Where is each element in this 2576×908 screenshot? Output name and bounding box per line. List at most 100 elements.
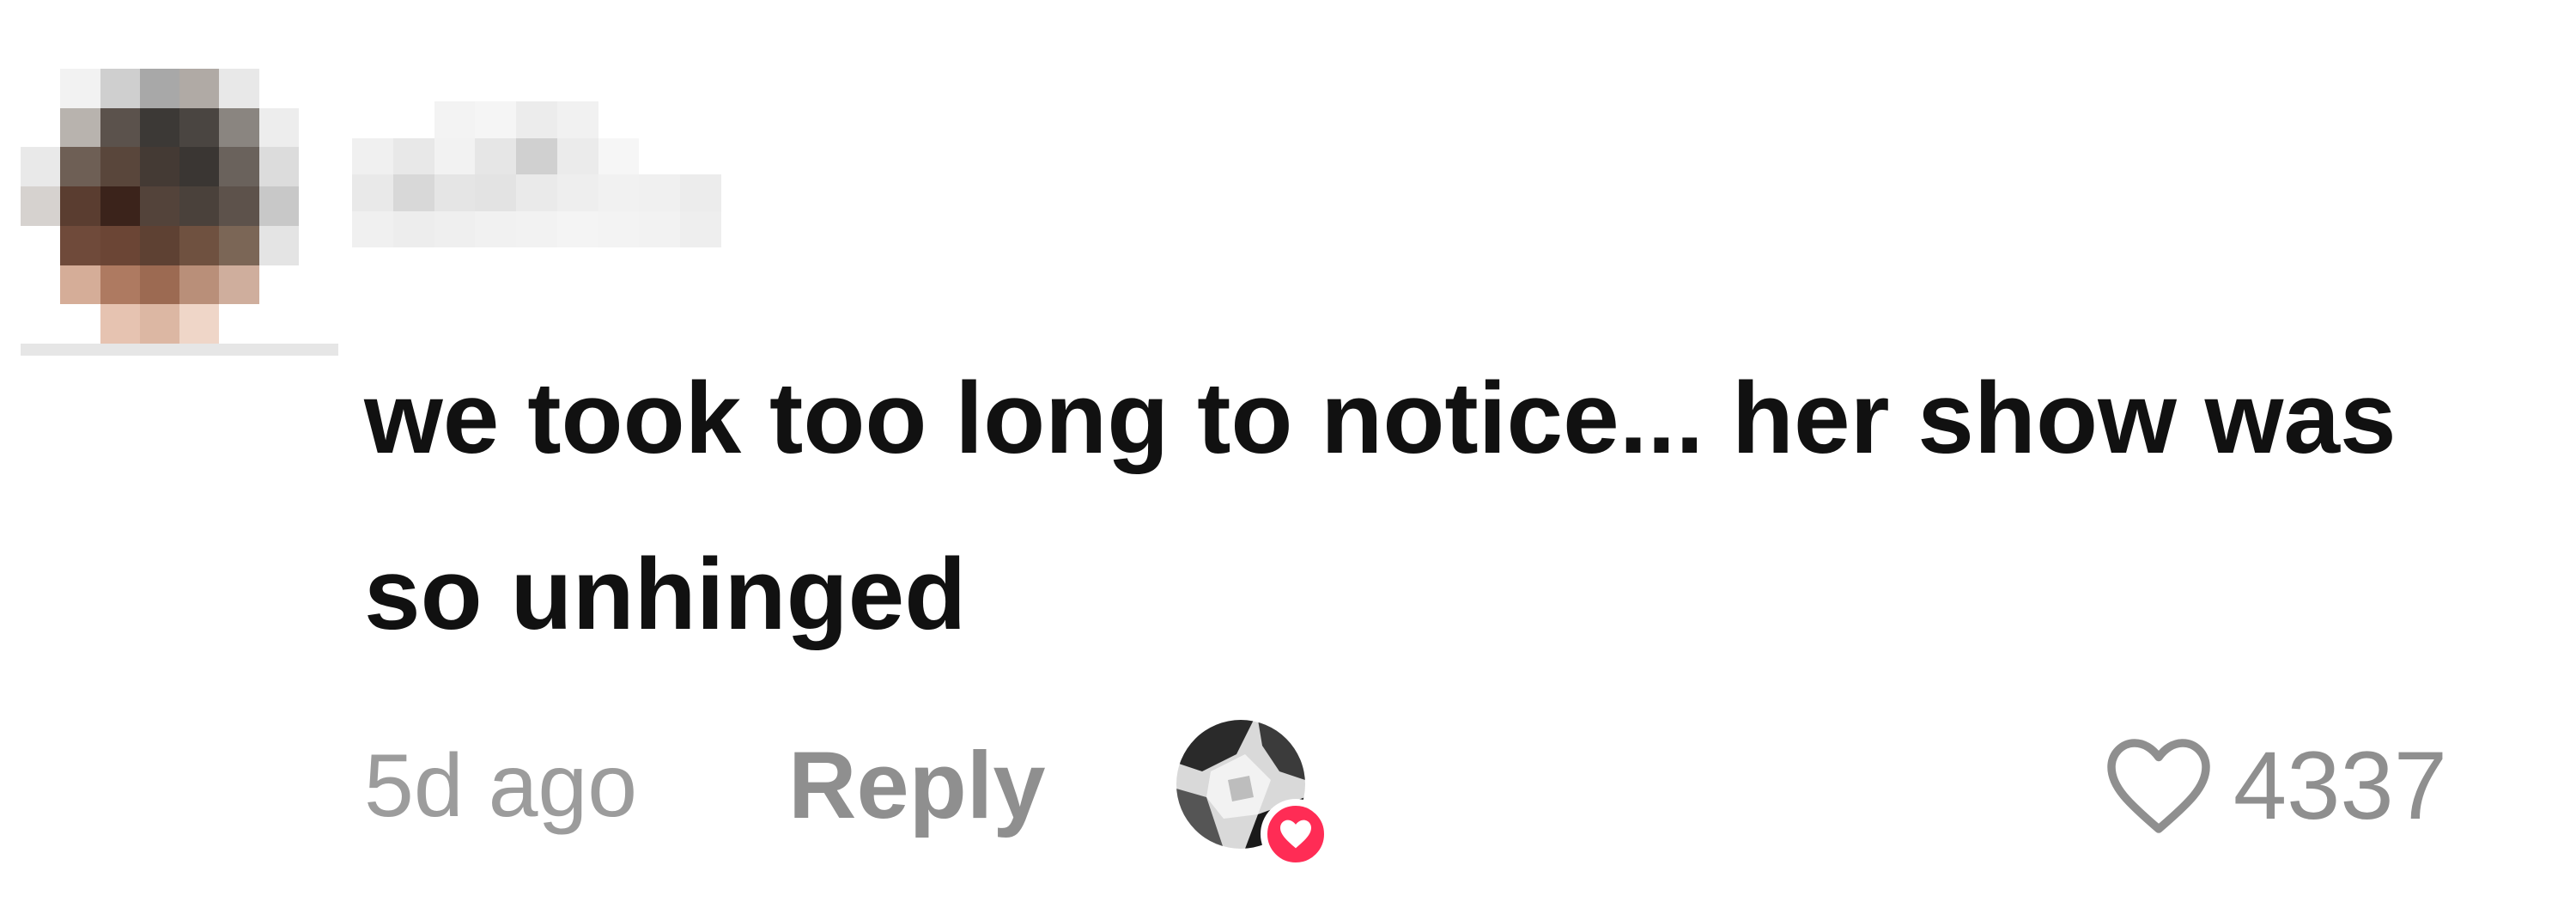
avatar-pixel	[258, 225, 299, 265]
commenter-avatar[interactable]	[21, 69, 338, 344]
avatar-pixel	[21, 147, 61, 187]
username-pixel	[639, 101, 681, 138]
avatar-pixel	[21, 69, 61, 108]
username-pixel	[516, 137, 557, 174]
avatar-pixel	[179, 69, 220, 108]
avatar-pixel	[139, 225, 179, 265]
avatar-pixel	[258, 107, 299, 148]
username-pixel	[434, 101, 476, 138]
avatar-pixel	[219, 304, 259, 344]
username-pixel	[516, 174, 557, 211]
comment-text: we took too long to notice... her show w…	[364, 362, 2397, 651]
avatar-pixel	[179, 186, 220, 226]
avatar-pixel	[298, 69, 338, 108]
avatar-pixel	[298, 265, 338, 305]
username-pixel	[680, 101, 721, 138]
avatar-pixel	[298, 107, 338, 148]
avatar-pixel	[139, 147, 179, 187]
avatar-pixel	[60, 69, 100, 108]
username-pixel	[598, 210, 640, 247]
avatar-shadow	[21, 344, 338, 356]
avatar-pixel	[179, 265, 220, 305]
username-pixel	[434, 174, 476, 211]
username-pixel	[639, 137, 681, 174]
avatar-pixel	[21, 304, 61, 344]
avatar-pixel	[258, 186, 299, 226]
username-pixel	[434, 137, 476, 174]
like-button[interactable]: 4337	[2103, 730, 2447, 842]
comment-item: we took too long to notice... her show w…	[0, 0, 2576, 908]
username-pixel	[352, 101, 393, 138]
avatar-pixel	[298, 147, 338, 187]
username-pixel	[392, 137, 434, 174]
username-pixel	[434, 210, 476, 247]
avatar-pixel	[100, 147, 140, 187]
avatar-pixel	[139, 69, 179, 108]
username-pixel	[556, 174, 598, 211]
username-pixel	[516, 210, 557, 247]
username-pixel	[352, 137, 393, 174]
avatar-pixel	[139, 304, 179, 344]
avatar-pixel	[258, 304, 299, 344]
avatar-pixel	[179, 147, 220, 187]
username-pixel	[392, 210, 434, 247]
username-pixel	[598, 101, 640, 138]
avatar-pixel	[298, 304, 338, 344]
avatar-pixel	[219, 147, 259, 187]
avatar-pixel	[21, 225, 61, 265]
avatar-pixel	[258, 69, 299, 108]
avatar-pixel	[60, 107, 100, 148]
username-pixel	[639, 210, 681, 247]
avatar-pixel	[219, 265, 259, 305]
username-pixel	[475, 210, 517, 247]
username-pixel	[598, 174, 640, 211]
avatar-pixel	[258, 147, 299, 187]
avatar-pixel	[139, 186, 179, 226]
avatar-pixel	[258, 265, 299, 305]
avatar-pixel	[60, 147, 100, 187]
creator-liked-badge	[1261, 799, 1331, 869]
username-pixel	[556, 101, 598, 138]
avatar-pixel	[21, 265, 61, 305]
avatar-pixel	[100, 107, 140, 148]
avatar-pixel	[60, 225, 100, 265]
avatar-pixel	[100, 186, 140, 226]
avatar-pixel	[139, 265, 179, 305]
username-pixel	[392, 174, 434, 211]
username-pixel	[475, 174, 517, 211]
avatar-pixel	[179, 107, 220, 148]
heart-outline-icon[interactable]	[2103, 734, 2215, 838]
avatar-pixel	[60, 265, 100, 305]
avatar-pixel	[219, 107, 259, 148]
avatar-pixel	[100, 69, 140, 108]
avatar-pixel	[60, 304, 100, 344]
heart-filled-icon	[1280, 820, 1311, 849]
avatar-pixel	[60, 186, 100, 226]
username-pixel	[598, 137, 640, 174]
avatar-pixel	[179, 225, 220, 265]
username-pixel	[352, 210, 393, 247]
username-pixel	[516, 101, 557, 138]
avatar-pixel	[298, 225, 338, 265]
like-count: 4337	[2233, 732, 2447, 839]
avatar-pixel	[219, 69, 259, 108]
avatar-pixel	[21, 186, 61, 226]
username-pixel	[475, 137, 517, 174]
avatar-pixel	[219, 225, 259, 265]
username-pixel	[556, 137, 598, 174]
username-pixel	[680, 210, 721, 247]
username-pixel	[475, 101, 517, 138]
username-pixel	[556, 210, 598, 247]
avatar-pixel	[100, 304, 140, 344]
avatar-pixel	[100, 225, 140, 265]
avatar-pixel	[298, 186, 338, 226]
username-pixel	[680, 137, 721, 174]
avatar-pixel	[139, 107, 179, 148]
username-pixel	[352, 174, 393, 211]
commenter-username-redacted[interactable]	[352, 101, 721, 247]
reply-button[interactable]: Reply	[788, 730, 1046, 842]
avatar-pixel	[179, 304, 220, 344]
comment-timestamp: 5d ago	[364, 736, 638, 836]
username-pixel	[639, 174, 681, 211]
avatar-pixel	[21, 107, 61, 148]
